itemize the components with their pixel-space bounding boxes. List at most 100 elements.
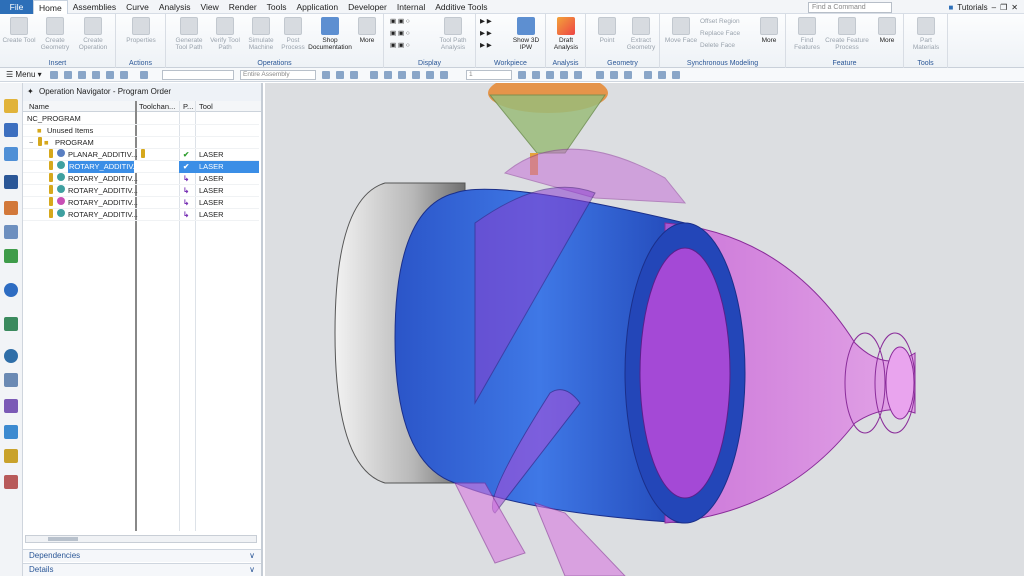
create-geometry-button[interactable]: Create Geometry (36, 17, 74, 51)
tree-row-operation[interactable]: ROTARY_ADDITIV... ↳ LASER (23, 185, 259, 197)
system-scenes-icon[interactable] (4, 475, 18, 489)
roles-icon[interactable] (4, 449, 18, 463)
help-icon[interactable]: ■ (948, 3, 953, 12)
hd3d-tools-icon[interactable] (4, 249, 18, 263)
type-filter-select[interactable] (162, 70, 234, 80)
view-icon[interactable] (624, 71, 632, 79)
manufacturing-wizards-icon[interactable] (4, 425, 18, 439)
find-features-button[interactable]: Find Features (788, 17, 826, 51)
tab-additive-tools[interactable]: Additive Tools (430, 0, 492, 14)
create-tool-button[interactable]: Create Tool (0, 17, 38, 44)
deselect-icon[interactable] (350, 71, 358, 79)
point-button[interactable]: Point (588, 17, 626, 44)
tab-assemblies[interactable]: Assemblies (68, 0, 121, 14)
delete-face-button[interactable]: Delete Face (700, 42, 735, 50)
close-icon[interactable]: ✕ (1011, 3, 1018, 12)
select-all-icon[interactable] (336, 71, 344, 79)
display-icons-row[interactable]: ▣ ▣ ○ (390, 18, 410, 26)
tree-row-operation[interactable]: PLANAR_ADDITIV... ✔ LASER (23, 149, 259, 161)
layer-icon[interactable] (644, 71, 652, 79)
synchronous-more-button[interactable]: More (754, 17, 784, 44)
tree-row-operation-selected[interactable]: ROTARY_ADDITIV... ✔ LASER (23, 161, 259, 173)
minimize-icon[interactable]: – (992, 3, 996, 12)
tab-curve[interactable]: Curve (121, 0, 154, 14)
tutorials-link[interactable]: Tutorials (957, 3, 987, 12)
selection-scope-select[interactable]: Entire Assembly (240, 70, 316, 80)
workpiece-icons-row[interactable]: ▶ ▶ (480, 18, 492, 26)
system-materials-icon[interactable] (4, 373, 18, 387)
tab-internal[interactable]: Internal (392, 0, 430, 14)
tab-render[interactable]: Render (224, 0, 262, 14)
tree-row-program[interactable]: − ■ PROGRAM (23, 137, 259, 149)
layer-icon[interactable] (672, 71, 680, 79)
view-icon[interactable] (610, 71, 618, 79)
create-feature-process-button[interactable]: Create Feature Process (824, 17, 870, 51)
column-tool[interactable]: Tool (199, 102, 213, 111)
snap-icon[interactable] (370, 71, 378, 79)
post-process-button[interactable]: Post Process (274, 17, 312, 51)
web-browser-icon[interactable] (4, 283, 18, 297)
details-panel[interactable]: Details ∨ (23, 563, 261, 576)
move-face-button[interactable]: Move Face (662, 17, 700, 44)
layer-select[interactable]: 1 (466, 70, 512, 80)
shaded-icon[interactable] (574, 71, 582, 79)
restore-icon[interactable]: ❐ (1000, 3, 1007, 12)
tree-row-operation[interactable]: ROTARY_ADDITIV... ↳ LASER (23, 197, 259, 209)
workpiece-icons-row[interactable]: ▶ ▶ (480, 30, 492, 38)
tab-tools[interactable]: Tools (262, 0, 292, 14)
show-3d-ipw-button[interactable]: Show 3D IPW (508, 17, 544, 51)
column-name[interactable]: Name (29, 102, 49, 111)
part-navigator-icon[interactable] (4, 147, 18, 161)
constraint-navigator-icon[interactable] (4, 123, 18, 137)
link-icon[interactable] (140, 71, 148, 79)
find-command-input[interactable]: Find a Command (808, 2, 892, 13)
clock-icon[interactable] (4, 349, 18, 363)
horizontal-scrollbar[interactable] (25, 535, 257, 543)
tree-row-operation[interactable]: ROTARY_ADDITIV... ↳ LASER (23, 173, 259, 185)
copy-icon[interactable] (78, 71, 86, 79)
tree-row-nc-program[interactable]: NC_PROGRAM (23, 113, 259, 125)
draft-analysis-button[interactable]: Draft Analysis (547, 17, 585, 51)
create-operation-button[interactable]: Create Operation (74, 17, 112, 51)
graphics-window[interactable] (265, 83, 1024, 576)
display-icons-row[interactable]: ▣ ▣ ○ (390, 42, 410, 50)
snap-icon[interactable] (440, 71, 448, 79)
process-studio-icon[interactable] (4, 399, 18, 413)
generate-tool-path-button[interactable]: Generate Tool Path (170, 17, 208, 51)
dependencies-panel[interactable]: Dependencies ∨ (23, 549, 261, 562)
tool-path-analysis-button[interactable]: Tool Path Analysis (434, 17, 472, 51)
view-icon[interactable] (596, 71, 604, 79)
column-path[interactable]: P... (183, 102, 193, 111)
collapse-icon[interactable]: − (29, 137, 33, 149)
fit-icon[interactable] (560, 71, 568, 79)
tab-developer[interactable]: Developer (343, 0, 392, 14)
tree-row-operation[interactable]: ROTARY_ADDITIV... ↳ LASER (23, 209, 259, 221)
tree-row-unused-items[interactable]: ■ Unused Items (23, 125, 259, 137)
redo-icon[interactable] (64, 71, 72, 79)
scrollbar-thumb[interactable] (48, 537, 78, 541)
model-view[interactable] (265, 83, 1024, 576)
machine-tool-navigator-icon[interactable] (4, 201, 18, 215)
replace-face-button[interactable]: Replace Face (700, 30, 740, 38)
rotate-icon[interactable] (532, 71, 540, 79)
display-icons-row[interactable]: ▣ ▣ ○ (390, 30, 410, 38)
tab-file[interactable]: File (0, 0, 33, 14)
offset-region-button[interactable]: Offset Region (700, 18, 740, 26)
assembly-navigator-icon[interactable] (4, 99, 18, 113)
menu-button[interactable]: ☰ Menu ▾ (6, 69, 42, 81)
tab-analysis[interactable]: Analysis (154, 0, 196, 14)
part-materials-button[interactable]: Part Materials (907, 17, 945, 51)
select-icon[interactable] (322, 71, 330, 79)
shop-documentation-button[interactable]: Shop Documentation (308, 17, 352, 51)
undo-icon[interactable] (50, 71, 58, 79)
reuse-library-icon[interactable] (4, 225, 18, 239)
extract-geometry-button[interactable]: Extract Geometry (622, 17, 660, 51)
snap-icon[interactable] (426, 71, 434, 79)
snap-icon[interactable] (398, 71, 406, 79)
window-icon[interactable] (120, 71, 128, 79)
tab-application[interactable]: Application (292, 0, 344, 14)
pan-icon[interactable] (546, 71, 554, 79)
feature-more-button[interactable]: More (872, 17, 902, 44)
operations-more-button[interactable]: More (352, 17, 382, 44)
tab-view[interactable]: View (196, 0, 224, 14)
